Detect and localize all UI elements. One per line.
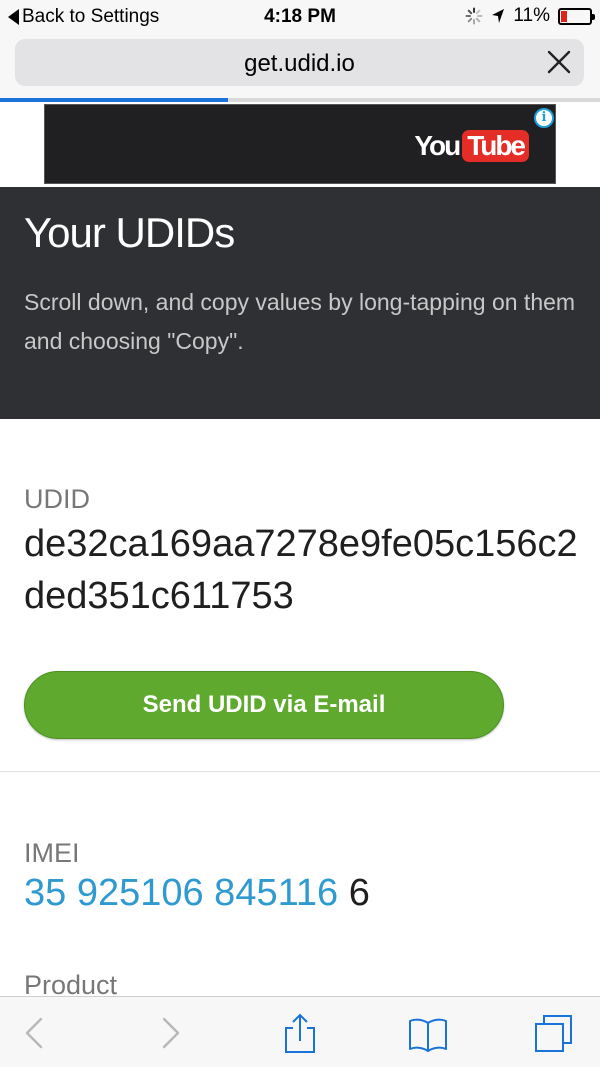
imei-value-suffix: 6	[338, 872, 370, 914]
battery-icon	[558, 7, 595, 25]
page-instructions: Scroll down, and copy values by long-tap…	[24, 289, 576, 354]
address-bar-area: get.udid.io	[0, 34, 600, 98]
stop-loading-close-icon[interactable]	[546, 49, 572, 75]
imei-label: IMEI	[24, 838, 80, 868]
share-button[interactable]	[278, 1011, 322, 1055]
address-field[interactable]: get.udid.io	[15, 39, 584, 86]
share-icon	[285, 1013, 315, 1053]
youtube-ad-banner[interactable]: i You Tube	[44, 104, 556, 184]
bookmarks-button[interactable]	[406, 1011, 450, 1055]
udid-label: UDID	[24, 484, 90, 514]
battery-cap	[592, 13, 595, 20]
safari-toolbar	[0, 996, 600, 1067]
forward-icon	[162, 1017, 180, 1049]
bookmarks-icon	[409, 1018, 447, 1052]
back-icon	[25, 1017, 43, 1049]
ad-info-icon[interactable]: i	[534, 108, 554, 128]
safari-page: Back to Settings 4:18 PM 11% get.udid.io…	[0, 0, 600, 1067]
ad-area: i You Tube	[0, 102, 600, 187]
youtube-logo-you: You	[414, 130, 461, 161]
section-divider	[0, 771, 600, 772]
battery-percent: 11%	[513, 5, 550, 26]
tabs-button[interactable]	[532, 1011, 576, 1055]
send-udid-email-button[interactable]: Send UDID via E-mail	[24, 671, 504, 739]
tabs-icon	[535, 1015, 572, 1052]
activity-spinner-icon	[465, 7, 483, 25]
youtube-logo-tube: Tube	[462, 130, 529, 162]
hero-section: Your UDIDs Scroll down, and copy values …	[0, 187, 600, 419]
battery-fill	[561, 10, 567, 22]
imei-value: 35 925106 845116 6	[24, 872, 370, 915]
page-title: Your UDIDs	[24, 209, 235, 256]
back-button[interactable]	[14, 1011, 58, 1055]
url-text: get.udid.io	[244, 50, 355, 77]
forward-button[interactable]	[148, 1011, 192, 1055]
udid-value[interactable]: de32ca169aa7278e9fe05c156c2ded351c611753	[24, 518, 584, 622]
status-indicators: 11%	[465, 5, 595, 27]
status-bar: Back to Settings 4:18 PM 11%	[0, 0, 600, 34]
location-arrow-icon	[492, 9, 505, 23]
youtube-logo: You Tube	[414, 130, 529, 162]
imei-phone-link[interactable]: 35 925106 845116	[24, 872, 338, 914]
